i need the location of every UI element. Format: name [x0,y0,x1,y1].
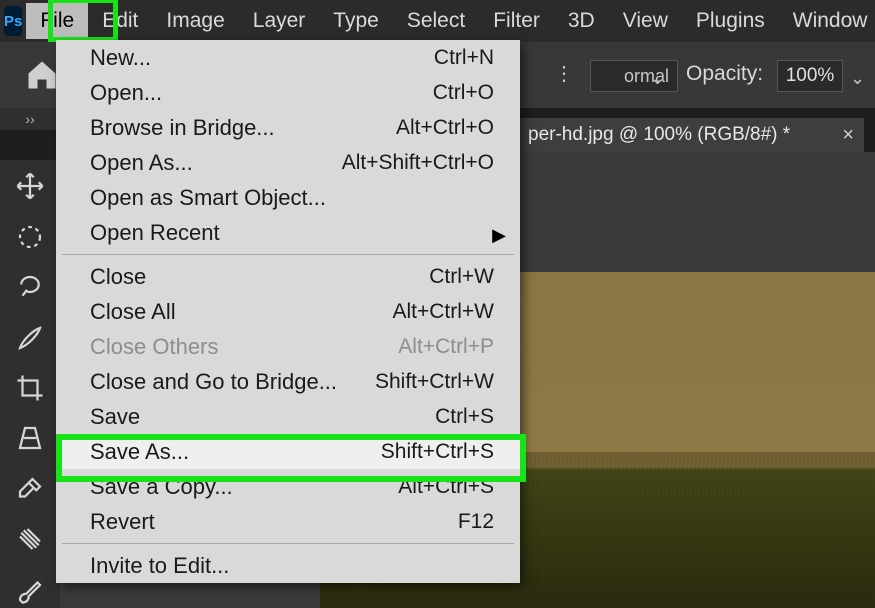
menu-separator [62,254,514,255]
menu-item-new[interactable]: New...Ctrl+N [56,40,520,75]
menu-select[interactable]: Select [393,3,479,39]
chevron-down-icon: ⌄ [650,68,665,89]
lasso-tool[interactable] [10,269,50,305]
menu-separator [62,543,514,544]
menu-item-shortcut: Shift+Ctrl+S [381,440,494,464]
menu-type[interactable]: Type [319,3,393,39]
menu-item-label: Open Recent [90,220,494,246]
menu-item-close[interactable]: CloseCtrl+W [56,259,520,294]
document-tab[interactable]: per-hd.jpg @ 100% (RGB/8#) * × [520,118,864,152]
menu-item-label: New... [90,45,434,71]
app-logo: Ps [4,6,22,36]
menu-item-label: Revert [90,509,458,535]
menu-3d[interactable]: 3D [554,3,609,39]
expand-panels-button[interactable]: ›› [0,108,60,130]
move-tool[interactable] [10,168,50,204]
menu-image[interactable]: Image [152,3,238,39]
document-tab-title: per-hd.jpg @ 100% (RGB/8#) * [528,124,790,146]
menu-item-label: Open... [90,80,433,106]
marquee-tool[interactable] [10,218,50,254]
brush-soft-tool[interactable] [10,319,50,355]
menu-item-save-as[interactable]: Save As...Shift+Ctrl+S [56,434,520,469]
menu-item-shortcut: Alt+Ctrl+O [396,116,494,140]
chevron-right-icon: ▶ [492,225,506,246]
menu-item-shortcut: Alt+Shift+Ctrl+O [342,151,494,175]
menu-item-label: Invite to Edit... [90,553,494,579]
tool-palette [0,160,60,608]
menu-item-shortcut: Alt+Ctrl+W [392,300,494,324]
menu-item-open[interactable]: Open...Ctrl+O [56,75,520,110]
menu-item-label: Close All [90,299,392,325]
menu-item-shortcut: F12 [458,510,494,534]
opacity-label: Opacity: [686,62,763,86]
menu-item-shortcut: Alt+Ctrl+P [398,335,494,359]
menu-item-label: Open as Smart Object... [90,185,494,211]
crop-tool[interactable] [10,370,50,406]
menu-edit[interactable]: Edit [88,3,152,39]
menu-item-browse-in-bridge[interactable]: Browse in Bridge...Alt+Ctrl+O [56,110,520,145]
menu-filter[interactable]: Filter [479,3,554,39]
menu-item-shortcut: Ctrl+N [434,46,494,70]
menu-item-save[interactable]: SaveCtrl+S [56,399,520,434]
menu-item-label: Close [90,264,429,290]
opacity-value[interactable]: 100% [777,60,843,92]
menu-file[interactable]: File [26,3,88,39]
menu-item-label: Open As... [90,150,342,176]
photoshop-window: Ps FileEditImageLayerTypeSelectFilter3DV… [0,0,875,608]
file-menu-dropdown: New...Ctrl+NOpen...Ctrl+OBrowse in Bridg… [56,40,520,583]
close-icon[interactable]: × [842,124,854,147]
menu-item-revert[interactable]: RevertF12 [56,504,520,539]
menu-item-close-and-go-to-bridge[interactable]: Close and Go to Bridge...Shift+Ctrl+W [56,364,520,399]
chevron-down-icon: ⌄ [850,68,865,89]
menu-item-open-as[interactable]: Open As...Alt+Shift+Ctrl+O [56,145,520,180]
menu-item-shortcut: Ctrl+O [433,81,494,105]
perspective-tool[interactable] [10,420,50,456]
paint-brush-tool[interactable] [10,572,50,608]
menu-item-label: Browse in Bridge... [90,115,396,141]
menu-item-shortcut: Shift+Ctrl+W [375,370,494,394]
menu-item-label: Save a Copy... [90,474,398,500]
menu-item-save-a-copy[interactable]: Save a Copy...Alt+Ctrl+S [56,469,520,504]
menu-item-shortcut: Ctrl+W [429,265,494,289]
menu-layer[interactable]: Layer [239,3,320,39]
menu-item-shortcut: Alt+Ctrl+S [398,475,494,499]
menu-item-close-others: Close OthersAlt+Ctrl+P [56,329,520,364]
eyedropper-tool[interactable] [10,471,50,507]
menu-item-open-as-smart-object[interactable]: Open as Smart Object... [56,180,520,215]
healing-tool[interactable] [10,521,50,557]
mode-ellipsis-icon: ⋮ [554,61,574,86]
menu-item-invite-to-edit[interactable]: Invite to Edit... [56,548,520,583]
menu-item-shortcut: Ctrl+S [435,405,494,429]
menu-item-close-all[interactable]: Close AllAlt+Ctrl+W [56,294,520,329]
menu-item-open-recent[interactable]: Open Recent▶ [56,215,520,250]
menu-item-label: Save As... [90,439,381,465]
menu-item-label: Close Others [90,334,398,360]
menu-bar: Ps FileEditImageLayerTypeSelectFilter3DV… [0,0,875,42]
menu-view[interactable]: View [609,3,682,39]
menu-item-label: Close and Go to Bridge... [90,369,375,395]
menu-window[interactable]: Window [779,3,875,39]
menu-item-label: Save [90,404,435,430]
menu-plugins[interactable]: Plugins [682,3,779,39]
